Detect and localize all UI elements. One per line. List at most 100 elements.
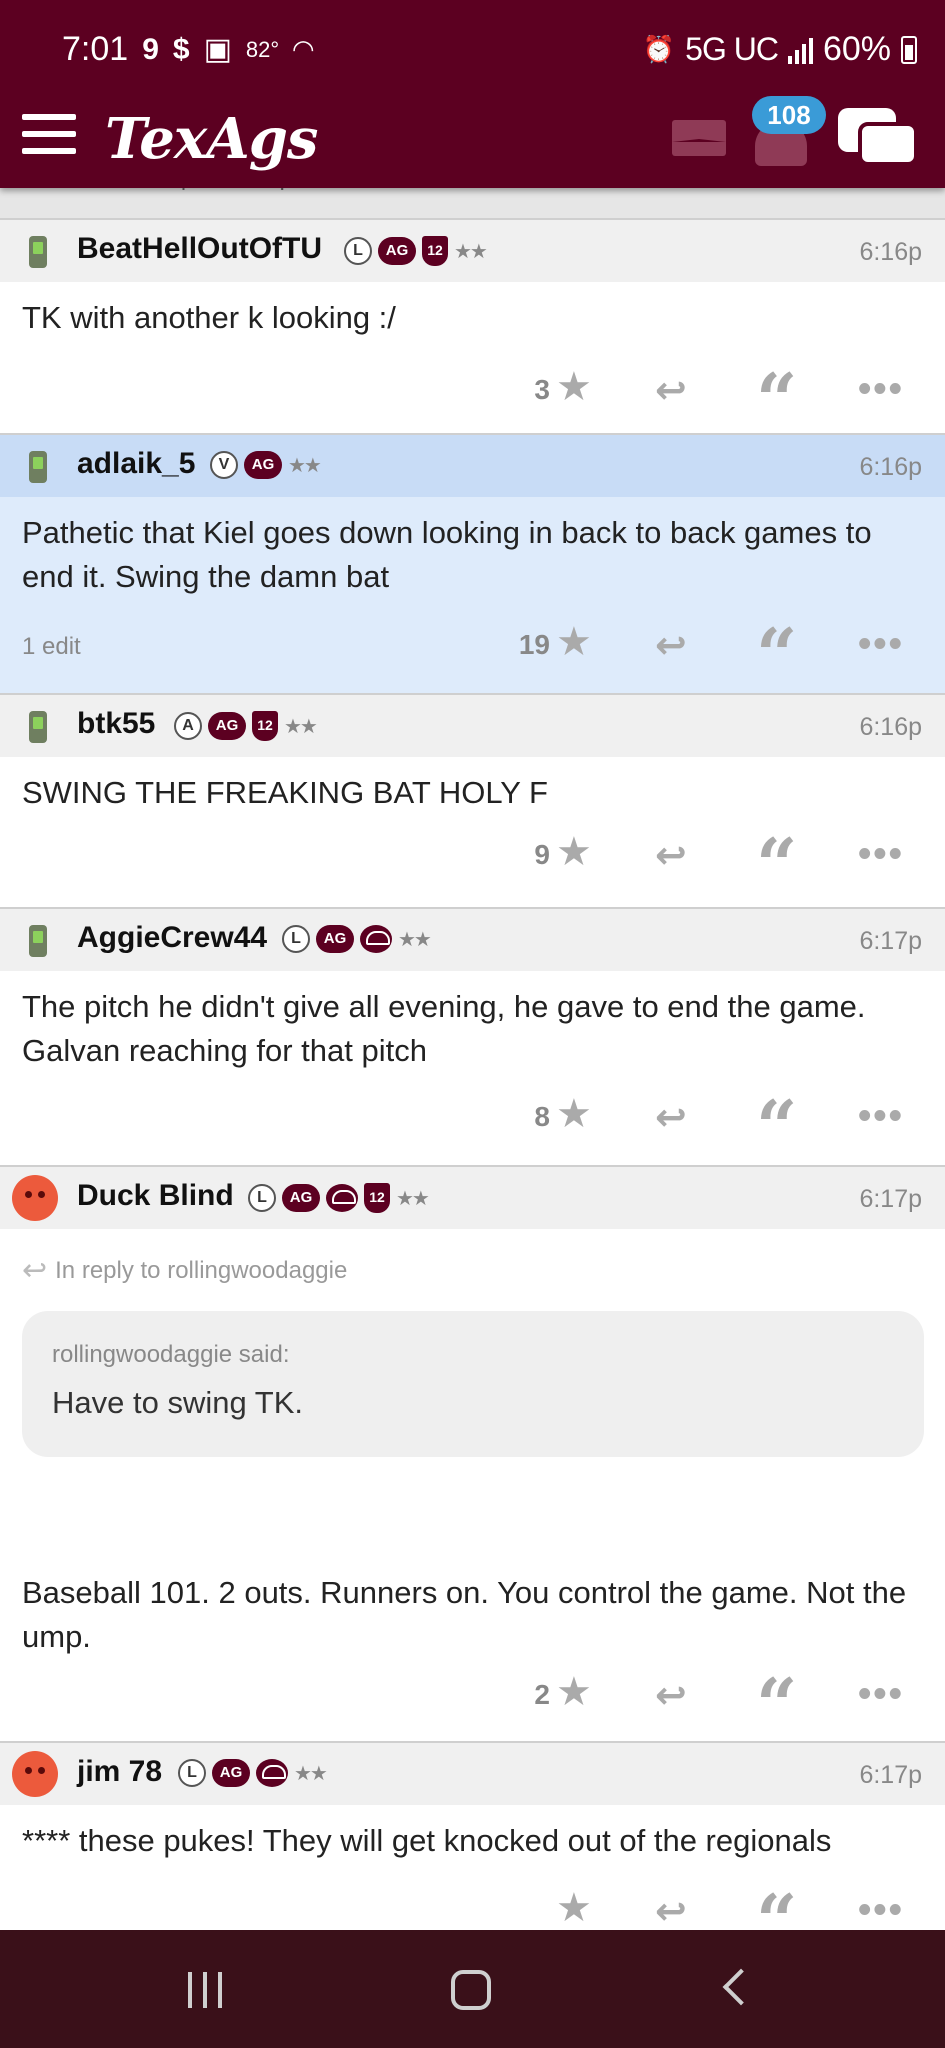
reply-icon[interactable]: ↩ — [655, 368, 687, 413]
status-network: 5G UC — [685, 31, 779, 67]
post-time: 6:16p — [859, 453, 922, 481]
quote-icon[interactable]: “ — [756, 364, 797, 436]
recent-apps-icon[interactable] — [188, 1972, 228, 2008]
rank-stars: ★★ — [288, 454, 322, 477]
post-body: **** these pukes! They will get knocked … — [22, 1823, 832, 1858]
chat-icon[interactable] — [838, 108, 918, 174]
post-header: BeatHellOutOfTU L AG 12 ★★ 6:16p — [0, 220, 945, 282]
rank-stars: ★★ — [396, 1187, 430, 1210]
user-badges: V AG ★★ — [210, 451, 322, 479]
post: adlaik_5 V AG ★★ 6:16p Pathetic that Kie… — [0, 435, 945, 693]
avatar[interactable] — [29, 451, 47, 483]
user-badges: L AG ★★ — [282, 925, 432, 953]
rank-stars: ★★ — [398, 928, 432, 951]
quote-icon[interactable]: “ — [756, 1091, 797, 1163]
post-header: AggieCrew44 L AG ★★ 6:17p — [0, 909, 945, 971]
post-body: SWING THE FREAKING BAT HOLY F — [22, 775, 548, 810]
star-icon[interactable]: ★ — [556, 1669, 592, 1715]
star-icon[interactable]: ★ — [556, 1885, 592, 1930]
star-icon[interactable]: ★ — [556, 364, 592, 410]
badge-ag: AG — [244, 451, 282, 479]
quote-icon[interactable]: “ — [756, 1669, 797, 1741]
post-username[interactable]: BeatHellOutOfTU — [77, 232, 322, 266]
quote-icon[interactable]: “ — [756, 1885, 797, 1931]
badge-letter: L — [344, 237, 372, 265]
signal-icon — [787, 36, 813, 64]
badge-12th-man: 12 — [252, 711, 278, 741]
menu-icon[interactable] — [22, 114, 76, 158]
more-options-icon[interactable]: ••• — [858, 1889, 904, 1930]
reply-to-text: In reply to rollingwoodaggie — [55, 1257, 348, 1284]
post-body: Pathetic that Kiel goes down looking in … — [22, 515, 872, 594]
badge-logo-icon — [256, 1759, 288, 1787]
avatar[interactable] — [12, 1175, 58, 1221]
badge-ag: AG — [282, 1184, 320, 1212]
like-count: 9 — [534, 839, 550, 870]
post-username[interactable]: AggieCrew44 — [77, 921, 267, 955]
post-header: btk55 A AG 12 ★★ 6:16p — [0, 695, 945, 757]
user-badges: L AG 12 ★★ — [344, 236, 488, 266]
status-temperature: 82° — [245, 36, 280, 62]
post-actions: 9 ★ ↩ “ ••• — [0, 827, 945, 901]
badge-ag: AG — [208, 712, 246, 740]
star-icon[interactable]: ★ — [556, 619, 592, 665]
quote-icon[interactable]: “ — [756, 829, 797, 901]
avatar[interactable] — [12, 1751, 58, 1797]
more-options-icon[interactable]: ••• — [858, 1095, 904, 1138]
post-username[interactable]: btk55 — [77, 707, 155, 741]
star-icon[interactable]: ★ — [556, 829, 592, 875]
badge-letter: L — [248, 1184, 276, 1212]
post-username[interactable]: adlaik_5 — [77, 447, 195, 481]
post-actions: 2 ★ ↩ “ ••• — [0, 1667, 945, 1741]
more-options-icon[interactable]: ••• — [858, 1673, 904, 1716]
post-actions: 19 ★ ↩ “ ••• — [0, 617, 945, 691]
system-nav-bar — [0, 1930, 945, 2048]
back-icon[interactable] — [722, 1968, 760, 2006]
like-count: 19 — [518, 629, 550, 660]
avatar[interactable] — [29, 711, 47, 743]
star-icon[interactable]: ★ — [556, 1091, 592, 1137]
post-body: The pitch he didn't give all evening, he… — [22, 989, 866, 1068]
user-badges: L AG ★★ — [178, 1759, 328, 1787]
reply-icon[interactable]: ↩ — [655, 1889, 687, 1930]
avatar[interactable] — [29, 925, 47, 957]
avatar[interactable] — [29, 236, 47, 268]
dollar-icon: $ — [172, 32, 190, 66]
badge-ag: AG — [212, 1759, 250, 1787]
reply-arrow-icon: ↩ — [22, 1254, 48, 1287]
rank-stars: ★★ — [454, 240, 488, 263]
badge-12th-man: 12 — [364, 1183, 390, 1213]
badge-12th-man: 12 — [422, 236, 448, 266]
reply-icon[interactable]: ↩ — [655, 623, 687, 668]
post-header: jim 78 L AG ★★ 6:17p — [0, 1743, 945, 1805]
post: jim 78 L AG ★★ 6:17p **** these pukes! T… — [0, 1743, 945, 1930]
post-username[interactable]: jim 78 — [77, 1755, 162, 1789]
home-icon[interactable] — [451, 1970, 491, 2010]
badge-logo-icon — [326, 1184, 358, 1212]
reply-to-link[interactable]: ↩ In reply to rollingwoodaggie — [22, 1253, 347, 1288]
quote-block[interactable]: rollingwoodaggie said: Have to swing TK. — [22, 1311, 924, 1457]
quote-text: Have to swing TK. — [52, 1385, 303, 1420]
badge-ag: AG — [316, 925, 354, 953]
user-badges: A AG 12 ★★ — [174, 711, 318, 741]
site-logo[interactable]: TexAgs — [105, 106, 318, 172]
user-badges: L AG 12 ★★ — [248, 1183, 430, 1213]
rank-stars: ★★ — [284, 715, 318, 738]
more-options-icon[interactable]: ••• — [858, 368, 904, 411]
quote-icon[interactable]: “ — [756, 619, 797, 691]
messages-icon[interactable] — [672, 120, 726, 156]
post-header: Duck Blind L AG 12 ★★ 6:17p — [0, 1167, 945, 1229]
notification-count-badge[interactable]: 108 — [752, 96, 826, 134]
like-count: 8 — [534, 1101, 550, 1132]
more-options-icon[interactable]: ••• — [858, 623, 904, 666]
reply-icon[interactable]: ↩ — [655, 1095, 687, 1140]
battery-icon — [901, 35, 917, 64]
post-username[interactable]: Duck Blind — [77, 1179, 234, 1213]
post-time: 6:16p — [859, 713, 922, 741]
more-options-icon[interactable]: ••• — [858, 833, 904, 876]
post-time: 6:17p — [859, 1185, 922, 1213]
quote-author: rollingwoodaggie said: — [52, 1341, 290, 1368]
reply-icon[interactable]: ↩ — [655, 833, 687, 878]
rank-stars: ★★ — [294, 1762, 328, 1785]
reply-icon[interactable]: ↩ — [655, 1673, 687, 1718]
